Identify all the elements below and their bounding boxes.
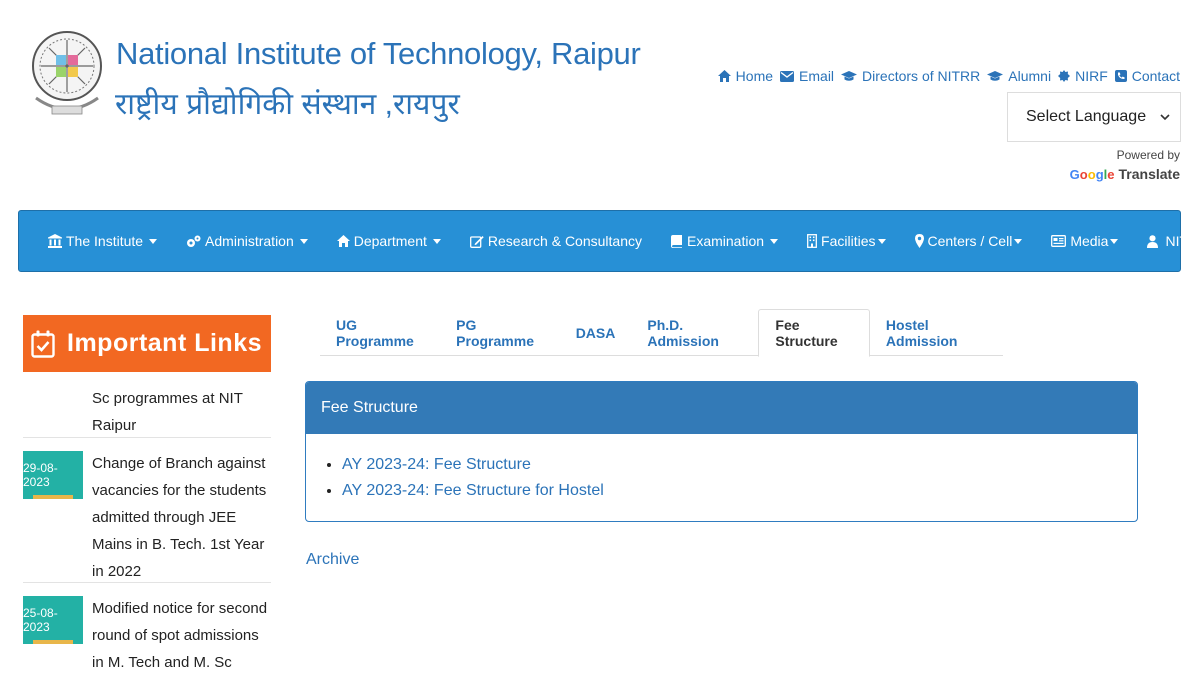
important-links-title: Important Links [67,329,263,357]
nav-facilities[interactable]: Facilities [807,233,886,249]
google-letter: G [1069,166,1080,182]
powered-by-label: Powered by [1116,148,1180,162]
google-letter: e [1107,166,1115,182]
caret-down-icon [1014,238,1023,244]
calendar-check-icon [31,330,55,358]
top-link-label: NIRF [1075,68,1108,84]
tab-ug-programme[interactable]: UG Programme [320,309,440,356]
tab-phd-admission[interactable]: Ph.D. Admission [631,309,758,356]
archive-link[interactable]: Archive [306,551,359,569]
top-link-label: Contact [1131,68,1180,84]
top-link-alumni[interactable]: Alumni [987,68,1051,84]
nav-label: Department [353,233,427,249]
site-title-english: National Institute of Technology, Raipur [116,36,641,71]
fee-structure-link[interactable]: AY 2023-24: Fee Structure [342,452,1137,478]
nitrr-logo[interactable] [30,26,104,122]
top-link-label: Directors of NITRR [862,68,981,84]
phone-icon [1114,70,1127,82]
nav-label: Research & Consultancy [487,233,642,249]
newspaper-icon [1051,235,1067,247]
user-icon [1147,234,1159,248]
home-icon [717,70,731,82]
nav-label: Examination [686,233,765,249]
top-links: Home Email Directors of NITRR Alumni NIR… [711,68,1180,84]
nav-the-institute[interactable]: The Institute [48,233,158,249]
cogs-icon [187,235,201,247]
list-item[interactable]: 29-08-2023 Change of Branch against vaca… [23,438,271,583]
nav-department[interactable]: Department [336,233,441,249]
notice-text: Change of Branch against vacancies for t… [92,455,267,580]
top-link-nirf[interactable]: NIRF [1058,68,1108,84]
top-link-contact[interactable]: Contact [1114,68,1180,84]
google-letter: o [1087,166,1096,182]
tab-dasa[interactable]: DASA [560,309,632,356]
caret-down-icon [432,238,441,244]
admission-tabs: UG Programme PG Programme DASA Ph.D. Adm… [320,309,1003,357]
list-item[interactable]: Sc programmes at NIT Raipur [23,372,271,438]
nav-label: The Institute [66,233,144,249]
date-badge: 25-08-2023 [23,596,83,644]
top-link-email[interactable]: Email [780,68,834,84]
hostel-fee-structure-link[interactable]: AY 2023-24: Fee Structure for Hostel [342,478,1137,504]
language-select-value: Select Language [1026,108,1147,125]
chevron-down-icon [1160,113,1170,120]
site-title-hindi: राष्ट्रीय प्रौद्योगिकी संस्थान ,रायपुर [115,88,460,121]
top-link-directors[interactable]: Directors of NITRR [841,68,980,84]
tab-pg-programme[interactable]: PG Programme [440,309,560,356]
google-letter: g [1095,166,1104,182]
panel-heading: Fee Structure [306,382,1137,434]
important-links-list: Sc programmes at NIT Raipur 29-08-2023 C… [23,372,271,675]
top-link-home[interactable]: Home [717,68,774,84]
nav-label: NITRRFIE [1165,233,1200,249]
certificate-icon [1058,70,1071,82]
nav-centers-cell[interactable]: Centers / Cell [914,233,1023,249]
fee-structure-panel: Fee Structure AY 2023-24: Fee Structure … [305,381,1138,522]
institution-icon [48,234,62,248]
nav-label: Facilities [821,233,876,249]
nav-label: Administration [205,233,294,249]
google-logo: Google [1070,167,1115,182]
caret-down-icon [770,238,779,244]
google-letter: o [1079,166,1088,182]
top-link-label: Alumni [1008,68,1052,84]
notice-text: Modified notice for second round of spot… [92,600,268,671]
google-translate-link[interactable]: Google Translate [1070,166,1180,182]
building-icon [807,234,817,248]
edit-icon [469,235,484,248]
map-marker-icon [914,234,924,248]
graduation-cap-icon [987,70,1004,81]
notice-text: Sc programmes at NIT Raipur [92,390,243,434]
list-item[interactable]: 25-08-2023 Modified notice for second ro… [23,583,271,675]
main-navbar: The Institute Administration Department … [18,210,1200,272]
language-select[interactable]: Select Language [1007,92,1181,142]
caret-down-icon [877,238,886,244]
top-link-label: Home [735,68,774,84]
book-icon [670,234,682,248]
date-badge: 29-08-2023 [23,451,83,499]
graduation-cap-icon [841,70,858,81]
nav-administration[interactable]: Administration [186,233,308,249]
translate-label: Translate [1118,166,1180,182]
home-icon [336,235,350,247]
nav-examination[interactable]: Examination [670,233,779,249]
envelope-icon [780,70,795,82]
important-links-heading: Important Links [23,315,271,372]
nav-label: Centers / Cell [927,233,1013,249]
top-link-label: Email [799,68,835,84]
nav-research-consultancy[interactable]: Research & Consultancy [469,233,642,249]
nav-media[interactable]: Media [1051,233,1119,249]
nav-label: Media [1070,233,1109,249]
fee-links-list: AY 2023-24: Fee Structure AY 2023-24: Fe… [306,434,1137,504]
caret-down-icon [299,238,308,244]
tab-fee-structure[interactable]: Fee Structure [758,309,870,357]
tab-hostel-admission[interactable]: Hostel Admission [870,309,1003,356]
caret-down-icon [149,238,158,244]
caret-down-icon [1110,238,1119,244]
nav-nitrrfie[interactable]: NITRRFIE [1147,233,1200,249]
